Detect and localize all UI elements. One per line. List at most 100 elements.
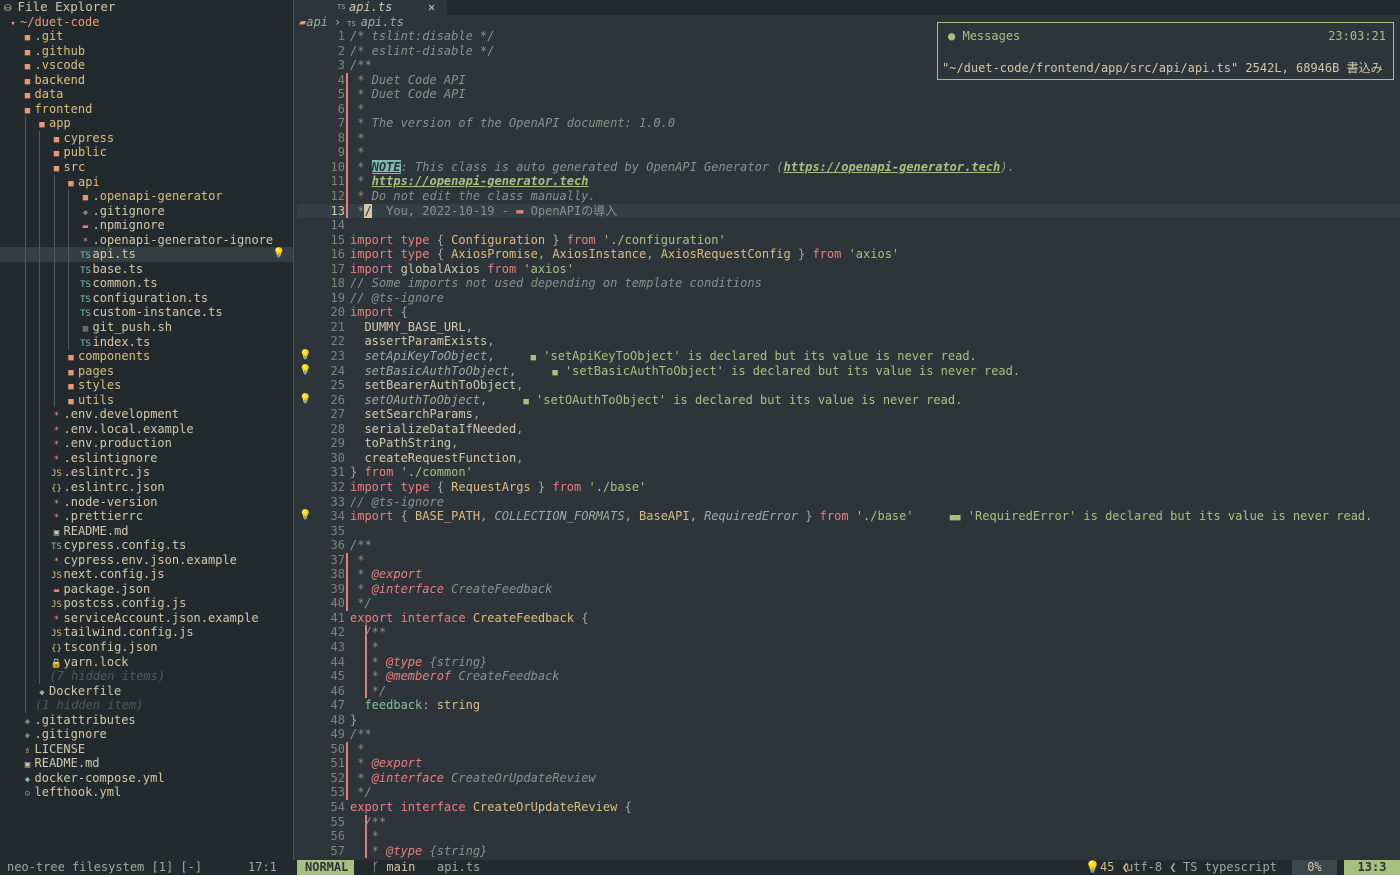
- tree-item[interactable]: ■ backend: [0, 73, 293, 88]
- tree-item[interactable]: ■ components: [0, 349, 293, 364]
- close-icon[interactable]: ✕: [428, 0, 435, 15]
- code-line[interactable]: 💡 24 setBasicAuthToObject, ■ 'setBasicAut…: [297, 364, 1400, 379]
- tree-item[interactable]: ▾ ~/duet-code: [0, 15, 293, 30]
- tree-item[interactable]: * .env.production: [0, 436, 293, 451]
- code-line[interactable]: 52 * @interface CreateOrUpdateReview: [297, 770, 1400, 786]
- tree-item[interactable]: ◆ docker-compose.yml: [0, 771, 293, 786]
- code-line[interactable]: 49 /**: [297, 727, 1400, 742]
- code-line[interactable]: 20 import {: [297, 305, 1400, 320]
- code-line[interactable]: 57 * @type {string}: [297, 843, 1400, 859]
- code-line[interactable]: 💡 23 setApiKeyToObject, ■ 'setApiKeyToObj…: [297, 349, 1400, 364]
- code-line[interactable]: 32 import type { RequestArgs } from './ba…: [297, 480, 1400, 495]
- code-line[interactable]: 15 import type { Configuration } from './…: [297, 233, 1400, 248]
- code-line[interactable]: 6 *: [297, 101, 1400, 117]
- tree-item[interactable]: ◆ .gitattributes: [0, 713, 293, 728]
- code-line[interactable]: 9 *: [297, 145, 1400, 160]
- code-line[interactable]: 13 */ You, 2022-10-19 - ▬ OpenAPIの導入: [297, 203, 1400, 219]
- tree-item[interactable]: * cypress.env.json.example: [0, 552, 293, 568]
- tree-item[interactable]: TS api.ts 💡: [0, 247, 293, 262]
- code-line[interactable]: 47 feedback: string: [297, 698, 1400, 713]
- tree-item[interactable]: ■ pages: [0, 363, 293, 379]
- code-line[interactable]: 56 *: [297, 829, 1400, 844]
- breadcrumb-file[interactable]: api.ts: [361, 15, 404, 29]
- code-line[interactable]: 41 export interface CreateFeedback {: [297, 611, 1400, 626]
- tree-item[interactable]: ♗ LICENSE: [0, 742, 293, 757]
- tree-item[interactable]: TS cypress.config.ts: [0, 538, 293, 553]
- code-line[interactable]: 30 createRequestFunction,: [297, 451, 1400, 466]
- tree-item[interactable]: * .eslintignore: [0, 450, 293, 466]
- tree-item[interactable]: ■ public: [0, 145, 293, 160]
- code-line[interactable]: 22 assertParamExists,: [297, 334, 1400, 349]
- tree-item[interactable]: * .env.development: [0, 407, 293, 422]
- code-line[interactable]: 5 * Duet Code API: [297, 87, 1400, 102]
- tree-item[interactable]: JS next.config.js: [0, 567, 293, 582]
- tree-item[interactable]: TS base.ts: [0, 261, 293, 277]
- code-line[interactable]: 14: [297, 218, 1400, 233]
- code-line[interactable]: 37 *: [297, 552, 1400, 568]
- tree-item[interactable]: ▬ package.json: [0, 581, 293, 597]
- code-line[interactable]: 39 * @interface CreateFeedback: [297, 581, 1400, 597]
- tab-api-ts[interactable]: TS api.ts ✕: [297, 0, 447, 15]
- code-line[interactable]: 27 setSearchParams,: [297, 407, 1400, 422]
- tree-item[interactable]: ▣ README.md: [0, 756, 293, 771]
- tree-item[interactable]: ▣ README.md: [0, 523, 293, 539]
- code-line[interactable]: 43 *: [297, 639, 1400, 655]
- tree-item[interactable]: {} .eslintrc.json: [0, 480, 293, 495]
- code-line[interactable]: 16 import type { AxiosPromise, AxiosInsta…: [297, 247, 1400, 262]
- tree-item[interactable]: ■ .openapi-generator: [0, 189, 293, 204]
- tree-item[interactable]: TS common.ts: [0, 276, 293, 291]
- tree-item[interactable]: * .openapi-generator-ignore: [0, 232, 293, 248]
- tree-item[interactable]: 🔒yarn.lock: [0, 654, 293, 670]
- code-line[interactable]: 28 serializeDataIfNeeded,: [297, 422, 1400, 437]
- tree-item[interactable]: TS configuration.ts: [0, 290, 293, 306]
- editor-pane[interactable]: TS api.ts ✕ ▰api › TS api.ts 1/* tslint:dis…: [297, 0, 1400, 860]
- code-line[interactable]: 29 toPathString,: [297, 436, 1400, 451]
- code-line[interactable]: 50 *: [297, 741, 1400, 757]
- tree-item[interactable]: JS postcss.config.js: [0, 596, 293, 611]
- code-line[interactable]: 42 /**: [297, 625, 1400, 640]
- file-explorer-panel[interactable]: ⛁ File Explorer ▾ ~/duet-code ■ .git ■ .github…: [0, 0, 293, 860]
- tree-item[interactable]: ⚙ lefthook.yml: [0, 785, 293, 800]
- tree-item[interactable]: ■ .vscode: [0, 58, 293, 73]
- breadcrumb-folder[interactable]: api: [306, 15, 328, 29]
- code-line[interactable]: 7 * The version of the OpenAPI document:…: [297, 116, 1400, 131]
- code-line[interactable]: 25 setBearerAuthToObject,: [297, 378, 1400, 393]
- code-line[interactable]: 36 /**: [297, 538, 1400, 553]
- tree-item[interactable]: * .env.local.example: [0, 421, 293, 437]
- code-line[interactable]: 💡 34 import { BASE_PATH, COLLECTION_FORMAT…: [297, 509, 1400, 524]
- tree-item[interactable]: ▬ .npmignore: [0, 218, 293, 233]
- code-line[interactable]: 31} from './common': [297, 465, 1400, 480]
- code-line[interactable]: 10 * NOTE: This class is auto generated …: [297, 159, 1400, 175]
- code-line[interactable]: 33 // @ts-ignore: [297, 495, 1400, 510]
- tree-item[interactable]: ■ api: [0, 174, 293, 190]
- tree-item[interactable]: ■ src: [0, 159, 293, 175]
- tree-item[interactable]: ■ .github: [0, 44, 293, 59]
- code-line[interactable]: 38 * @export: [297, 567, 1400, 582]
- tree-item[interactable]: ■ data: [0, 87, 293, 102]
- tree-item[interactable]: ◆ Dockerfile: [0, 683, 293, 699]
- tree-item[interactable]: ■ .git: [0, 29, 293, 44]
- tree-item[interactable]: TS custom-instance.ts: [0, 305, 293, 320]
- code-line[interactable]: 48}: [297, 713, 1400, 728]
- tree-item[interactable]: * .prettierrc: [0, 509, 293, 524]
- code-buffer[interactable]: 1 /* tslint:disable */ 2 /* eslint-disable …: [297, 29, 1400, 859]
- tree-item[interactable]: ■ utils: [0, 392, 293, 408]
- tree-item[interactable]: * serviceAccount.json.example: [0, 610, 293, 626]
- tree-item[interactable]: ◆ .gitignore: [0, 727, 293, 742]
- code-line[interactable]: 44 * @type {string}: [297, 654, 1400, 670]
- tree-item[interactable]: ■ cypress: [0, 130, 293, 146]
- code-line[interactable]: 8 *: [297, 130, 1400, 146]
- tree-item[interactable]: {} tsconfig.json: [0, 640, 293, 655]
- tree-item[interactable]: ■ styles: [0, 378, 293, 393]
- tree-item[interactable]: ■ app: [0, 116, 293, 131]
- code-line[interactable]: 40 */: [297, 596, 1400, 611]
- tree-item[interactable]: ■ frontend: [0, 102, 293, 117]
- code-line[interactable]: 21 DUMMY_BASE_URL,: [297, 320, 1400, 335]
- lightbulb-icon[interactable]: 💡: [273, 247, 285, 262]
- tree-item[interactable]: JS tailwind.config.js: [0, 625, 293, 641]
- code-line[interactable]: 46 */: [297, 683, 1400, 699]
- tree-item[interactable]: ▦ git_push.sh: [0, 319, 293, 335]
- code-line[interactable]: 45 * @memberof CreateFeedback: [297, 669, 1400, 684]
- code-line[interactable]: 19 // @ts-ignore: [297, 291, 1400, 306]
- tree-item[interactable]: JS .eslintrc.js: [0, 465, 293, 480]
